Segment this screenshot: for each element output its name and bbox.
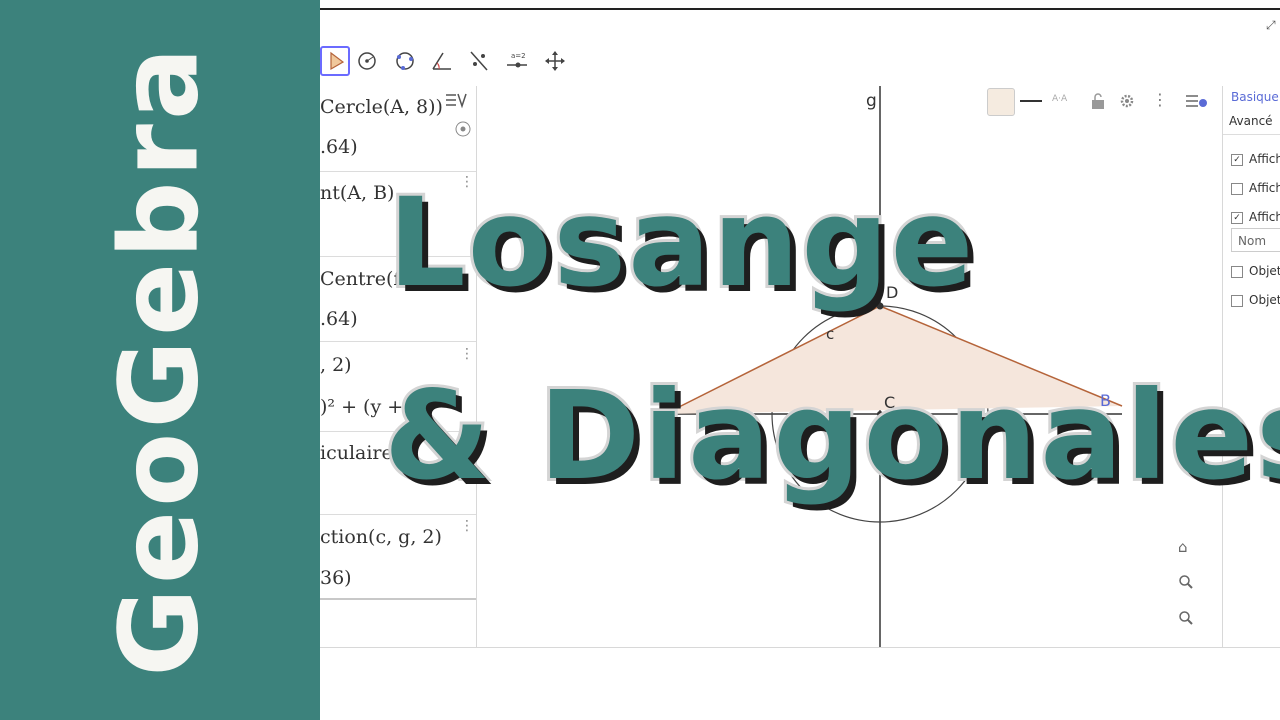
option-checkbox[interactable]: ✓: [1231, 212, 1243, 224]
row-menu-icon[interactable]: ⋮: [460, 346, 474, 362]
lock-icon[interactable]: [1090, 92, 1106, 114]
option-checkbox[interactable]: [1231, 183, 1243, 195]
axis-label-g: g: [866, 91, 877, 111]
option-label: Objet: [1249, 293, 1280, 307]
resize-icon[interactable]: ⤢: [1266, 18, 1276, 33]
style-bar-toggle-icon[interactable]: [1184, 92, 1210, 114]
svg-text:a=2: a=2: [511, 52, 526, 60]
algebra-menu-icon[interactable]: [444, 90, 470, 116]
circle-three-points-icon: [396, 52, 414, 70]
brand-banner: GeoGebra: [0, 0, 320, 720]
window-bottom-border: [320, 647, 1280, 648]
home-icon[interactable]: ⌂: [1178, 538, 1188, 556]
angle-tool-button[interactable]: [426, 46, 456, 76]
angle-tool-icon: [432, 52, 451, 70]
algebra-value: .64): [320, 136, 358, 158]
toolbar: a=2: [320, 42, 1280, 82]
slider-tool-button[interactable]: a=2: [502, 46, 532, 76]
move-view-button[interactable]: [540, 46, 570, 76]
label-c-segment: c: [826, 325, 834, 343]
color-swatch-button[interactable]: [987, 88, 1015, 116]
move-view-icon: [545, 51, 565, 71]
tab-basique[interactable]: Basique: [1231, 90, 1279, 104]
tab-divider: [1223, 134, 1280, 135]
algebra-definition[interactable]: ction(c, g, 2): [320, 526, 476, 548]
window-top-border: [320, 8, 1280, 10]
option-checkbox[interactable]: ✓: [1231, 154, 1243, 166]
zoom-out-icon[interactable]: [1178, 610, 1194, 630]
algebra-divider: [320, 514, 476, 515]
play-icon[interactable]: [454, 120, 472, 142]
label-style-icon[interactable]: A·A: [1052, 94, 1067, 104]
option-label: Affich: [1249, 210, 1280, 224]
option-label: Affich: [1249, 152, 1280, 166]
circle-three-points-button[interactable]: [390, 46, 420, 76]
option-checkbox[interactable]: [1231, 266, 1243, 278]
line-style-icon[interactable]: [1020, 100, 1042, 102]
title-line-2: & Diagonales: [381, 362, 1280, 510]
option-label: Affich: [1249, 181, 1280, 195]
option-checkbox[interactable]: [1231, 295, 1243, 307]
brand-title: GeoGebra: [97, 43, 223, 677]
reflect-line-icon: [470, 51, 488, 71]
move-tool-button[interactable]: [320, 46, 350, 76]
slider-tool-icon: a=2: [507, 52, 527, 68]
row-menu-icon[interactable]: ⋮: [460, 518, 474, 534]
name-dropdown[interactable]: Nom: [1231, 228, 1280, 252]
algebra-divider: [320, 598, 476, 600]
algebra-divider: [320, 341, 476, 342]
move-tool-icon: [330, 51, 345, 71]
more-icon[interactable]: ⋮: [1152, 90, 1168, 109]
option-label: Objet: [1249, 264, 1280, 278]
title-line-1: Losange: [385, 169, 976, 317]
gear-icon[interactable]: [1118, 92, 1136, 114]
circle-center-icon: [358, 52, 376, 70]
circle-center-button[interactable]: [352, 46, 382, 76]
algebra-value: 36): [320, 567, 352, 589]
reflect-line-button[interactable]: [464, 46, 494, 76]
tab-avance[interactable]: Avancé: [1229, 114, 1273, 128]
zoom-in-icon[interactable]: [1178, 574, 1194, 594]
